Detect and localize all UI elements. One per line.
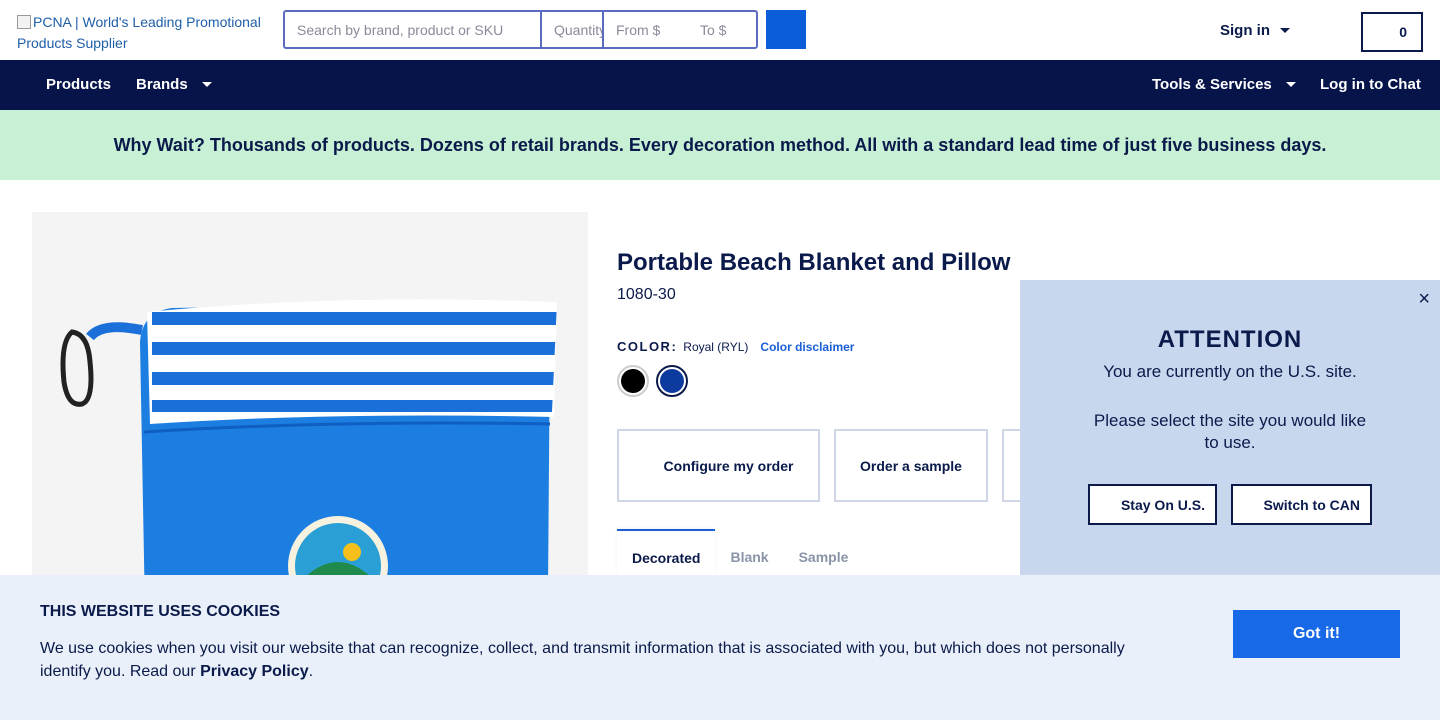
nav-tools-label: Tools & Services (1152, 76, 1272, 93)
close-icon[interactable]: × (1418, 288, 1430, 311)
broken-image-icon (17, 15, 31, 29)
main-nav: Products Brands Tools & Services Log in … (0, 60, 1440, 110)
cookie-accept-button[interactable]: Got it! (1233, 610, 1400, 658)
nav-brands[interactable]: Brands (136, 76, 212, 93)
nav-tools-services[interactable]: Tools & Services (1152, 76, 1296, 93)
color-row: COLOR: Royal (RYL) Color disclaimer (617, 339, 854, 354)
product-sku: 1080-30 (617, 286, 676, 303)
nav-products[interactable]: Products (46, 76, 111, 93)
search-bar (283, 10, 758, 49)
sign-in-dropdown[interactable]: Sign in (1220, 22, 1290, 39)
site-header: PCNA | World's Leading Promotional Produ… (0, 0, 1440, 60)
swatch-black[interactable] (617, 365, 649, 397)
color-value: Royal (RYL) (683, 339, 749, 354)
cookie-title: THIS WEBSITE USES COOKIES (40, 603, 281, 620)
configure-order-button[interactable]: Configure my order (617, 429, 820, 502)
promo-banner: Why Wait? Thousands of products. Dozens … (0, 110, 1440, 180)
swatch-dot (660, 369, 684, 393)
nav-products-label: Products (46, 76, 112, 93)
search-button[interactable] (766, 10, 806, 49)
chevron-down-icon (1285, 82, 1296, 87)
pricing-tabs: Decorated Blank Sample (617, 529, 863, 575)
sign-in-label: Sign in (1220, 22, 1270, 39)
stay-on-us-button[interactable]: Stay On U.S. (1088, 484, 1217, 525)
price-from-input[interactable] (604, 12, 688, 47)
tab-decorated[interactable]: Decorated (617, 529, 716, 575)
chevron-down-icon (201, 82, 212, 87)
price-to-input[interactable] (688, 12, 756, 47)
chevron-down-icon (1280, 28, 1290, 33)
tab-blank[interactable]: Blank (715, 529, 783, 575)
product-title: Portable Beach Blanket and Pillow (617, 249, 1011, 276)
attention-message: You are currently on the U.S. site. (1103, 362, 1357, 381)
nav-chat-label: Log in to Chat (1320, 76, 1421, 93)
attention-prompt: Please select the site you would like to… (1093, 411, 1367, 452)
swatch-dot (621, 369, 645, 393)
logo-alt-text: PCNA | World's Leading Promotional Produ… (17, 14, 261, 51)
nav-log-in-to-chat[interactable]: Log in to Chat (1320, 76, 1421, 93)
switch-to-can-button[interactable]: Switch to CAN (1231, 484, 1372, 525)
swatch-royal[interactable] (656, 365, 688, 397)
cookie-text: We use cookies when you visit our websit… (40, 637, 1150, 683)
cookie-banner: THIS WEBSITE USES COOKIES We use cookies… (0, 575, 1440, 720)
order-sample-button[interactable]: Order a sample (834, 429, 988, 502)
cookie-period: . (308, 663, 314, 680)
site-selector-modal: × ATTENTION You are currently on the U.S… (1020, 280, 1440, 580)
quantity-input[interactable] (542, 12, 604, 47)
privacy-policy-link[interactable]: Privacy Policy (200, 663, 309, 680)
color-label: COLOR: (617, 339, 678, 354)
nav-brands-label: Brands (136, 76, 188, 93)
search-input[interactable] (285, 12, 542, 47)
tab-sample[interactable]: Sample (784, 529, 864, 575)
attention-title: ATTENTION (1157, 326, 1303, 353)
color-disclaimer-link[interactable]: Color disclaimer (760, 340, 854, 354)
promo-banner-text: Why Wait? Thousands of products. Dozens … (113, 134, 1327, 155)
site-logo[interactable]: PCNA | World's Leading Promotional Produ… (17, 12, 267, 54)
cart-button[interactable]: 0 (1361, 12, 1423, 52)
cart-count: 0 (1399, 24, 1407, 40)
